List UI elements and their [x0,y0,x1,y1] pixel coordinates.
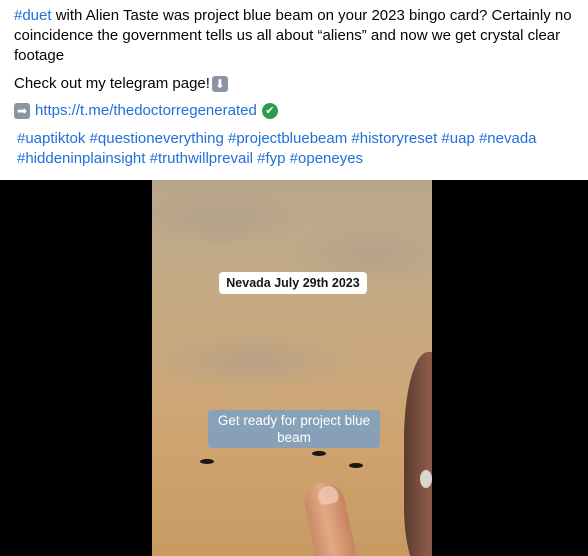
duet-hashtag-link[interactable]: #duet [14,7,52,24]
down-arrow-emoji-icon: ⬇ [211,76,228,92]
telegram-link[interactable]: https://t.me/thedoctorregenerated [35,101,257,121]
telegram-link-line: ➡ https://t.me/thedoctorregenerated ✔ [14,101,580,121]
person-eye [420,470,432,488]
hashtags[interactable]: #uaptiktok #questioneverything #projectb… [14,129,580,169]
telegram-line: Check out my telegram page! ⬇ [14,74,580,94]
video-frame[interactable]: Nevada July 29th 2023 Get ready for proj… [152,180,432,556]
telegram-text: Check out my telegram page! [14,75,210,92]
post: #duet with Alien Taste was project blue … [0,0,588,556]
video-player[interactable]: Nevada July 29th 2023 Get ready for proj… [0,180,588,556]
ufo-object [200,459,214,464]
sky-cloud [152,330,362,390]
description-text: with Alien Taste was project blue beam o… [14,7,572,64]
ufo-object [312,451,326,456]
post-text: #duet with Alien Taste was project blue … [14,6,580,169]
check-mark-icon: ✔ [261,103,278,119]
post-description: #duet with Alien Taste was project blue … [14,6,580,66]
ufo-object [349,463,363,468]
video-date-label: Nevada July 29th 2023 [219,272,367,294]
video-caption: Get ready for project blue beam [208,410,380,448]
person-face [404,352,432,556]
right-arrow-emoji-icon: ➡ [14,103,30,119]
